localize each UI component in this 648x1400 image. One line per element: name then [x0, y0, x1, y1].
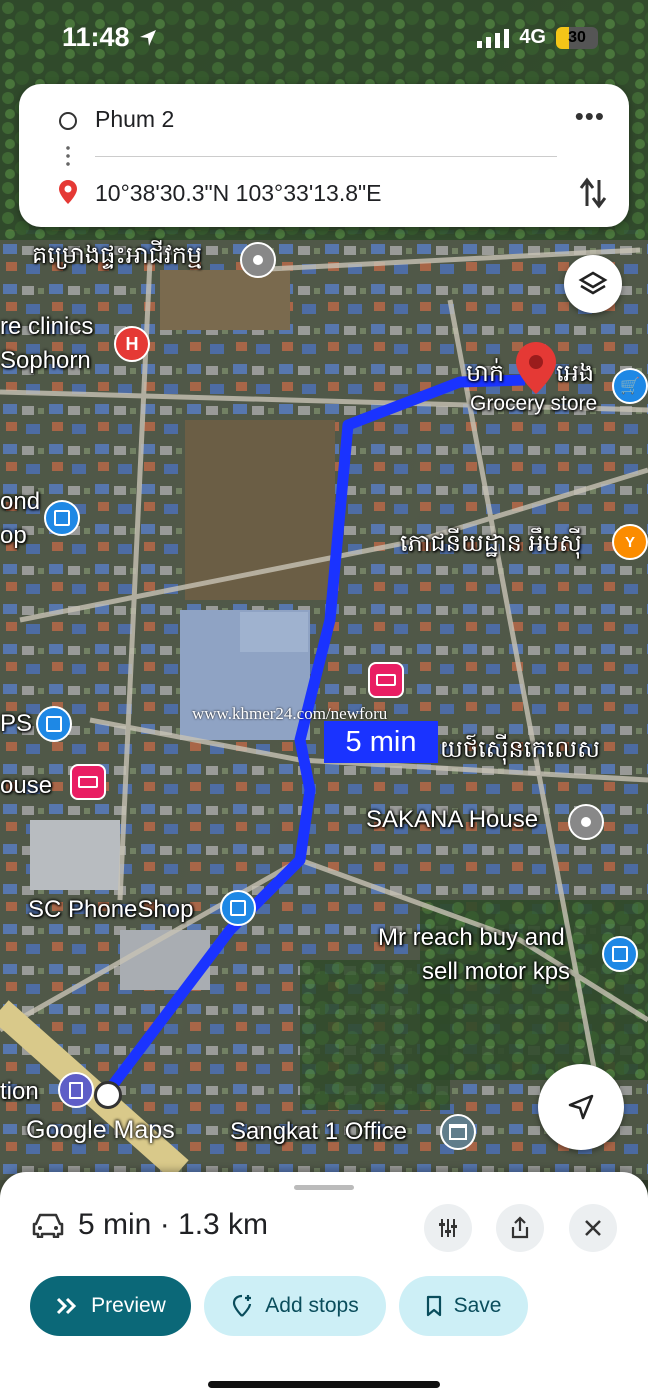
bookmark-icon — [426, 1295, 441, 1317]
share-button[interactable] — [496, 1204, 544, 1252]
swap-vertical-icon[interactable] — [579, 176, 607, 210]
more-horizontal-icon[interactable]: ••• — [575, 103, 605, 129]
network-type: 4G — [519, 26, 546, 48]
origin-circle-icon — [59, 112, 77, 130]
destination-pin-icon — [59, 180, 77, 204]
map-label-op[interactable]: op — [0, 522, 27, 550]
navigation-arrow-icon — [568, 1094, 594, 1120]
map-label-sangkat[interactable]: Sangkat 1 Office — [230, 1118, 407, 1146]
map-label-mart[interactable]: មាក់ — [466, 358, 504, 393]
government-building-icon[interactable] — [440, 1114, 476, 1150]
map-label-mr-reach-line2[interactable]: sell motor kps — [422, 958, 570, 986]
battery-icon: 30 — [556, 26, 598, 49]
route-bottom-sheet: 5 min · 1.3 km Preview Add stops Save — [0, 1172, 648, 1400]
google-maps-logo: Google Maps — [26, 1116, 175, 1144]
close-icon — [585, 1220, 601, 1236]
origin-field[interactable]: Phum 2 — [95, 106, 174, 133]
sliders-icon — [439, 1219, 457, 1237]
map-label-restaurant[interactable]: ភោជនីយដ្ឋាន អឹមស៊ី — [400, 528, 582, 563]
add-stops-label: Add stops — [265, 1294, 359, 1317]
map-label-ps[interactable]: PS — [0, 710, 32, 738]
status-time: 11:48 — [62, 22, 130, 52]
shopping-bag-icon[interactable] — [220, 890, 256, 926]
restaurant-icon[interactable]: Y — [612, 524, 648, 560]
add-stops-button[interactable]: Add stops — [204, 1276, 386, 1336]
map-label-project[interactable]: គម្រោងផ្ទះអាជីវកម្ម — [32, 240, 202, 275]
save-label: Save — [453, 1294, 502, 1317]
share-icon — [511, 1216, 529, 1239]
map-label-sakana[interactable]: SAKANA House — [366, 806, 538, 834]
map-label-tion[interactable]: tion — [0, 1078, 39, 1106]
map-label-grocery[interactable]: Grocery store — [470, 392, 597, 416]
route-options-button[interactable] — [424, 1204, 472, 1252]
layers-button[interactable] — [564, 255, 622, 313]
status-bar: 11:48 4G 30 — [0, 0, 648, 78]
location-arrow-icon — [140, 30, 156, 46]
map-label-sophorn[interactable]: Sophorn — [0, 347, 91, 375]
drag-handle[interactable] — [294, 1185, 354, 1190]
car-icon — [32, 1213, 64, 1238]
layers-icon — [578, 271, 608, 295]
preview-label: Preview — [91, 1294, 166, 1317]
destination-field[interactable]: 10°38'30.3"N 103°33'13.8"E — [95, 180, 382, 207]
battery-level: 30 — [568, 28, 586, 46]
status-indicators: 4G 30 — [477, 26, 598, 49]
double-chevron-right-icon — [57, 1297, 77, 1315]
map-label-mr-reach-line1[interactable]: Mr reach buy and — [378, 924, 565, 952]
place-marker-icon[interactable] — [240, 242, 276, 278]
origin-marker[interactable] — [94, 1081, 122, 1109]
shopping-cart-icon[interactable]: 🛒 — [612, 368, 648, 404]
map-label-guesthouse[interactable]: យថ៍ស៊ើនកេលេស — [440, 734, 600, 769]
add-location-icon — [233, 1294, 252, 1317]
divider — [95, 156, 557, 157]
shopping-bag-icon[interactable] — [44, 500, 80, 536]
map-label-ouse[interactable]: ouse — [0, 772, 52, 800]
trip-summary: 5 min · 1.3 km — [78, 1208, 269, 1241]
gas-station-icon[interactable] — [58, 1072, 94, 1108]
directions-card: Phum 2 10°38'30.3"N 103°33'13.8"E ••• — [19, 84, 629, 227]
map-label-phoneshop[interactable]: SC PhoneShop — [28, 896, 193, 924]
hotel-icon[interactable] — [368, 662, 404, 698]
close-button[interactable] — [569, 1204, 617, 1252]
map-label-mart-suffix[interactable]: អេង — [556, 358, 594, 393]
hospital-icon[interactable]: H — [114, 326, 150, 362]
route-dots — [66, 144, 70, 168]
map-label-clinics[interactable]: re clinics — [0, 313, 93, 341]
signal-icon — [477, 28, 510, 48]
hotel-icon[interactable] — [70, 764, 106, 800]
save-button[interactable]: Save — [399, 1276, 528, 1336]
destination-pin-icon[interactable] — [516, 342, 556, 394]
preview-button[interactable]: Preview — [30, 1276, 191, 1336]
home-indicator[interactable] — [208, 1381, 440, 1388]
shopping-bag-icon[interactable] — [36, 706, 72, 742]
map-label-pond[interactable]: ond — [0, 488, 40, 516]
place-marker-icon[interactable] — [568, 804, 604, 840]
my-location-button[interactable] — [538, 1064, 624, 1150]
route-duration-label[interactable]: 5 min — [324, 721, 438, 763]
shopping-bag-icon[interactable] — [602, 936, 638, 972]
